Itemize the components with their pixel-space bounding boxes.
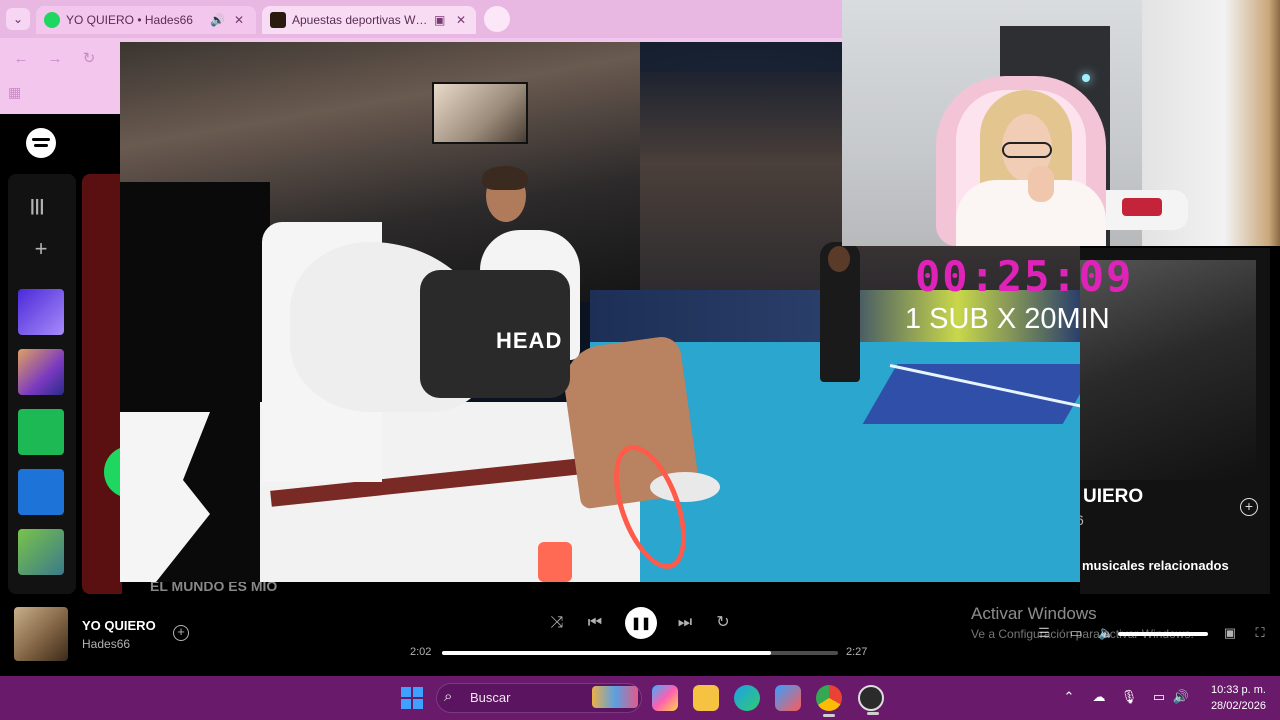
close-tab-icon[interactable]: ✕ [456,6,466,34]
weather-icon[interactable]: ☁ [1090,689,1108,707]
video-jumbotron [432,82,528,144]
speaker-icon[interactable]: 🔊 [210,6,225,34]
webcam-feed [842,0,1280,246]
now-playing-title[interactable]: YO QUIERO [82,618,156,633]
clock-time[interactable]: 10:33 p. m. [1204,684,1266,696]
activate-windows-subtitle: Ve a Configuración para activar Windows. [971,627,1194,641]
add-to-library-icon[interactable]: + [1240,498,1258,516]
library-icon[interactable]: ||| [30,196,52,216]
webcam-glasses [1002,142,1052,158]
copilot-icon[interactable] [652,685,678,711]
file-explorer-icon[interactable] [693,685,719,711]
now-playing-artist[interactable]: Hades66 [82,637,130,651]
tray-chevron-icon[interactable]: ⌃ [1060,689,1078,707]
bookmark-playlist-thumb[interactable] [18,409,64,455]
video-bag-logo: HEAD [496,328,563,353]
reload-icon[interactable]: ↻ [78,48,100,70]
create-plus-icon[interactable]: + [30,238,52,260]
main-view-edge [82,174,122,594]
start-windows-icon[interactable] [401,687,423,709]
spotify-logo-icon[interactable] [26,128,56,158]
mini-player-icon[interactable]: ▣ [1222,625,1238,641]
progress-fill [442,651,771,655]
video-bottle [538,542,572,582]
fullscreen-icon[interactable]: ⛶ [1252,625,1268,641]
activate-windows-title: Activar Windows [971,604,1097,623]
volume-tray-icon[interactable]: 🔊 [1172,689,1190,707]
clock-date[interactable]: 28/02/2026 [1204,700,1266,712]
picture-in-picture-icon[interactable]: ▣ [434,6,445,34]
playlist-thumb[interactable] [18,529,64,575]
tab-bar: ⌄ YO QUIERO • Hades66 🔊 ✕ Apuestas depor… [0,0,842,38]
search-highlight-icon [592,686,638,708]
duration-time: 2:27 [846,646,868,658]
search-label[interactable]: Buscar [470,690,510,705]
video-court-inner [862,364,1080,424]
tab-search-chevron-icon[interactable]: ⌄ [6,8,30,30]
back-icon[interactable]: ← [10,48,32,70]
tab-title: Apuestas deportivas Wplay [292,13,428,27]
edge-icon[interactable] [734,685,760,711]
previous-icon[interactable]: ⏮ [584,612,606,634]
webcam-person-hand [1028,166,1054,202]
playlist-thumb[interactable] [18,349,64,395]
playlist-thumb[interactable] [18,469,64,515]
now-playing-art[interactable] [14,607,68,661]
tab-title: YO QUIERO • Hades66 [66,13,193,27]
chrome-icon[interactable] [816,685,842,717]
related-heading: musicales relacionados [1082,558,1229,573]
repeat-icon[interactable]: ↻ [712,612,734,634]
new-tab-button[interactable] [484,6,510,32]
subathon-timer: 00:25:09 [915,252,1134,301]
spotify-favicon-icon [44,12,60,28]
forward-icon[interactable]: → [44,48,66,70]
shuffle-icon[interactable]: ⤨ [546,612,568,634]
next-icon[interactable]: ⏭ [674,612,696,634]
progress-bar[interactable] [442,651,838,655]
video-player-hair [482,166,528,190]
wplay-favicon-icon [270,12,286,28]
microphone-icon[interactable]: 🎙 [1120,689,1138,707]
apps-grid-icon[interactable]: ▦ [8,84,28,104]
tab-wplay[interactable]: Apuestas deportivas Wplay ▣ ✕ [262,6,476,34]
liked-songs-thumb[interactable] [18,289,64,335]
close-tab-icon[interactable]: ✕ [234,6,244,34]
pause-button[interactable]: ❚❚ [625,607,657,639]
network-icon[interactable]: ▭ [1150,689,1168,707]
panel-track-title[interactable]: UIERO [1083,486,1143,508]
video-official-head [828,246,850,272]
tab-spotify[interactable]: YO QUIERO • Hades66 🔊 ✕ [36,6,256,34]
subathon-rule: 1 SUB X 20MIN [905,303,1110,335]
add-to-liked-icon[interactable]: + [173,625,189,641]
webcam-light [1082,74,1090,82]
obs-icon[interactable] [858,685,884,715]
search-icon: ⌕ [444,688,453,705]
screen: ⌄ YO QUIERO • Hades66 🔊 ✕ Apuestas depor… [0,0,1280,720]
webcam-cloth [1122,198,1162,216]
elapsed-time: 2:02 [410,646,432,658]
store-icon[interactable] [775,685,801,711]
